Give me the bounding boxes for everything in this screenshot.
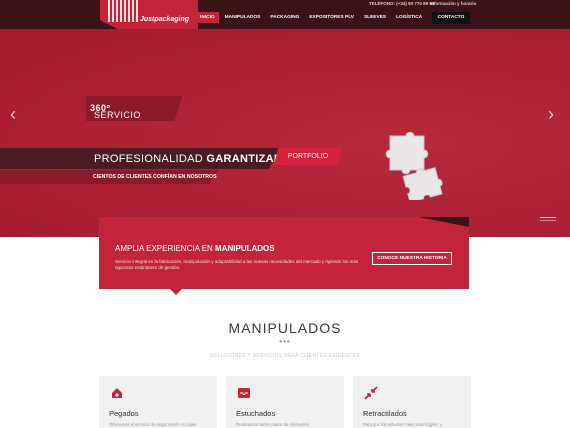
nav-logistica[interactable]: LOGÍSTICA: [392, 12, 426, 23]
nav-sleeves[interactable]: SLEEVES: [360, 12, 390, 23]
card-title: Pegados: [109, 409, 139, 418]
section-title: MANIPULADOS: [228, 320, 342, 336]
headline-light: PROFESIONALIDAD: [94, 153, 204, 165]
card-text: Realizamos varios pasos de elementos: [236, 422, 309, 427]
experience-title: AMPLIA EXPERIENCIA EN MANIPULADOS: [115, 244, 275, 253]
chevron-right-icon[interactable]: ›: [548, 104, 554, 125]
brand-name: Justpackaging: [140, 16, 190, 23]
main-nav: INICIO MANIPULADOS PACKAGING EXPOSITORES…: [196, 12, 460, 23]
contact-button[interactable]: CONTACTO: [432, 12, 470, 24]
experience-title-bold: MANIPULADOS: [215, 244, 275, 253]
portfolio-button[interactable]: PORTFOLIO: [274, 148, 342, 165]
service-badge: SERVICIO 360º: [86, 96, 182, 121]
hero-slider: ‹ › SERVICIO 360º PROFESIONALIDAD GARANT…: [0, 29, 570, 237]
section-divider: •••: [279, 337, 291, 346]
phone-text: TELÉFONO: (+34) 93 770 89 00: [369, 1, 435, 6]
card-title: Estuchados: [236, 409, 276, 418]
logo[interactable]: Justpackaging: [100, 0, 198, 29]
section-subtitle: SOLUCIONES Y SERVICIOS PARA CLIENTES EXI…: [210, 353, 360, 359]
info-link[interactable]: Información y horario: [430, 1, 476, 6]
slider-indicator[interactable]: [540, 217, 556, 218]
experience-title-light: AMPLIA EXPERIENCIA EN: [115, 244, 213, 253]
home-arrow-icon: [112, 388, 122, 398]
hero-background: [0, 29, 570, 237]
clients-text: CIENTOS DE CLIENTES CONFÍAN EN NOSOTROS: [93, 174, 217, 180]
nav-expositores[interactable]: EXPOSITORES PLV: [305, 12, 358, 23]
badge-light: SERVICIO: [94, 110, 141, 120]
nav-packaging[interactable]: PACKAGING: [266, 12, 303, 23]
card-text: Para que los estuches sean más frágiles …: [363, 422, 442, 427]
hero-headline: PROFESIONALIDAD GARANTIZADA: [94, 153, 290, 165]
site-header: Justpackaging TELÉFONO: (+34) 93 770 89 …: [0, 0, 570, 29]
experience-box: AMPLIA EXPERIENCIA EN MANIPULADOS Servic…: [99, 217, 469, 289]
inbox-icon: [238, 388, 250, 398]
card-retractilados[interactable]: Retractilados Para que los estuches sean…: [353, 376, 471, 428]
card-pegados[interactable]: Pegados Ofrecemos el servicio de pegar e…: [99, 376, 217, 428]
card-text: Ofrecemos el servicio de pegar estrés en…: [109, 422, 197, 427]
box-tail: [170, 289, 182, 295]
nav-inicio[interactable]: INICIO: [196, 12, 219, 23]
nav-manipulados[interactable]: MANIPULADOS: [221, 12, 265, 23]
card-estuchados[interactable]: Estuchados Realizamos varios pasos de el…: [226, 376, 344, 428]
card-title: Retractilados: [363, 409, 407, 418]
logo-barcode-icon: [108, 0, 138, 22]
history-button[interactable]: CONOCE NUESTRA HISTORIA: [372, 252, 452, 265]
slider-indicator[interactable]: [540, 220, 556, 221]
compress-arrows-icon: [364, 386, 378, 400]
experience-description: Servicio integral en la fabricación, man…: [115, 259, 359, 270]
puzzle-pieces-icon: [385, 131, 443, 200]
chevron-left-icon[interactable]: ‹: [10, 104, 16, 125]
